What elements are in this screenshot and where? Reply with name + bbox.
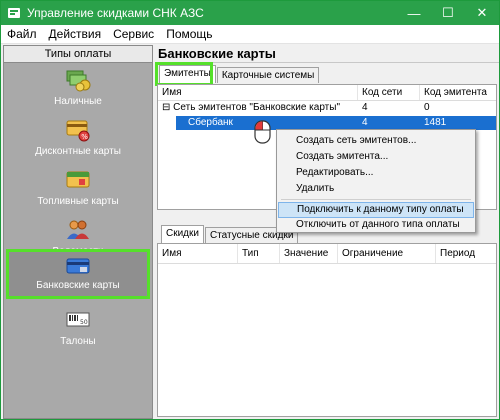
page-title: Банковские карты xyxy=(155,45,499,63)
sidebar-item-coupons[interactable]: 50 Талоны xyxy=(4,307,152,357)
column-header-limit[interactable]: Ограничение xyxy=(338,244,436,263)
context-menu: Создать сеть эмитентов... Создать эмитен… xyxy=(276,129,476,233)
collapse-icon[interactable]: ⊟ xyxy=(162,102,170,113)
menu-actions[interactable]: Действия xyxy=(43,27,108,41)
fuel-card-icon xyxy=(66,171,90,188)
tab-card-systems[interactable]: Карточные системы xyxy=(216,67,320,83)
tab-discounts[interactable]: Скидки xyxy=(161,225,204,243)
menu-item-connect-payment-type[interactable]: Подключить к данному типу оплаты xyxy=(278,202,474,218)
minimize-button[interactable]: — xyxy=(397,1,431,25)
menu-bar: Файл Действия Сервис Помощь xyxy=(1,25,499,44)
sidebar-item-fuel-cards[interactable]: Топливные карты xyxy=(4,167,152,217)
coupons-icon: 50 xyxy=(66,312,90,327)
sidebar-item-label: Топливные карты xyxy=(37,196,119,207)
svg-text:%: % xyxy=(81,133,88,141)
discounts-grid: Имя Тип Значение Ограничение Период xyxy=(157,243,497,417)
mouse-icon xyxy=(254,120,271,144)
emitters-grid-header: Имя Код сети Код эмитента xyxy=(158,85,496,101)
row-emitter-code: 1481 xyxy=(424,117,447,128)
column-header-net-code[interactable]: Код сети xyxy=(358,85,420,100)
menu-item-disconnect-payment-type[interactable]: Отключить от данного типа оплаты xyxy=(278,217,474,233)
sidebar-item-label: Талоны xyxy=(60,336,96,347)
close-button[interactable]: ✕ xyxy=(465,1,499,25)
title-bar: Управление скидками СНК АЗС — ☐ ✕ xyxy=(1,1,499,25)
menu-service[interactable]: Сервис xyxy=(107,27,160,41)
sidebar-item-label: Наличные xyxy=(54,96,102,107)
sidebar-header: Типы оплаты xyxy=(4,46,152,63)
menu-separator xyxy=(281,199,471,200)
row-name: Сеть эмитентов "Банковские карты" xyxy=(173,102,340,113)
menu-file[interactable]: Файл xyxy=(1,27,43,41)
maximize-button[interactable]: ☐ xyxy=(431,1,465,25)
column-header-period[interactable]: Период xyxy=(436,244,496,263)
row-net-code: 4 xyxy=(362,102,368,113)
table-row[interactable]: ⊟ Сеть эмитентов "Банковские карты" 4 0 xyxy=(158,101,496,115)
window-title: Управление скидками СНК АЗС xyxy=(27,6,204,20)
bank-card-icon xyxy=(66,258,90,274)
payment-types-sidebar: Типы оплаты Наличные % Дисконтные карты xyxy=(3,45,153,419)
discounts-grid-header: Имя Тип Значение Ограничение Период xyxy=(158,244,496,264)
menu-item-create-emitter-network[interactable]: Создать сеть эмитентов... xyxy=(278,133,474,149)
sidebar-item-discount-cards[interactable]: % Дисконтные карты xyxy=(4,117,152,167)
sidebar-item-label: Дисконтные карты xyxy=(35,146,121,157)
sidebar-item-bank-cards[interactable]: Банковские карты xyxy=(6,249,150,299)
sidebar-item-label: Банковские карты xyxy=(36,280,120,291)
column-header-name[interactable]: Имя xyxy=(158,244,238,263)
cash-icon xyxy=(66,70,91,92)
svg-text:50: 50 xyxy=(80,319,88,326)
column-header-value[interactable]: Значение xyxy=(280,244,338,263)
column-header-name[interactable]: Имя xyxy=(158,85,358,100)
app-icon xyxy=(8,8,20,18)
app-window: Управление скидками СНК АЗС — ☐ ✕ Файл Д… xyxy=(0,0,500,420)
row-net-code: 4 xyxy=(362,117,368,128)
menu-item-edit[interactable]: Редактировать... xyxy=(278,165,474,181)
emitters-tab-highlight xyxy=(155,62,213,86)
menu-item-delete[interactable]: Удалить xyxy=(278,181,474,197)
statements-icon xyxy=(67,220,89,239)
column-header-type[interactable]: Тип xyxy=(238,244,280,263)
menu-help[interactable]: Помощь xyxy=(160,27,218,41)
row-emitter-code: 0 xyxy=(424,102,430,113)
sidebar-item-cash[interactable]: Наличные xyxy=(4,67,152,117)
column-header-emitter-code[interactable]: Код эмитента xyxy=(420,85,496,100)
discount-card-icon: % xyxy=(66,120,90,142)
menu-item-create-emitter[interactable]: Создать эмитента... xyxy=(278,149,474,165)
table-row-selected[interactable]: Сбербанк 4 1481 xyxy=(176,116,496,130)
